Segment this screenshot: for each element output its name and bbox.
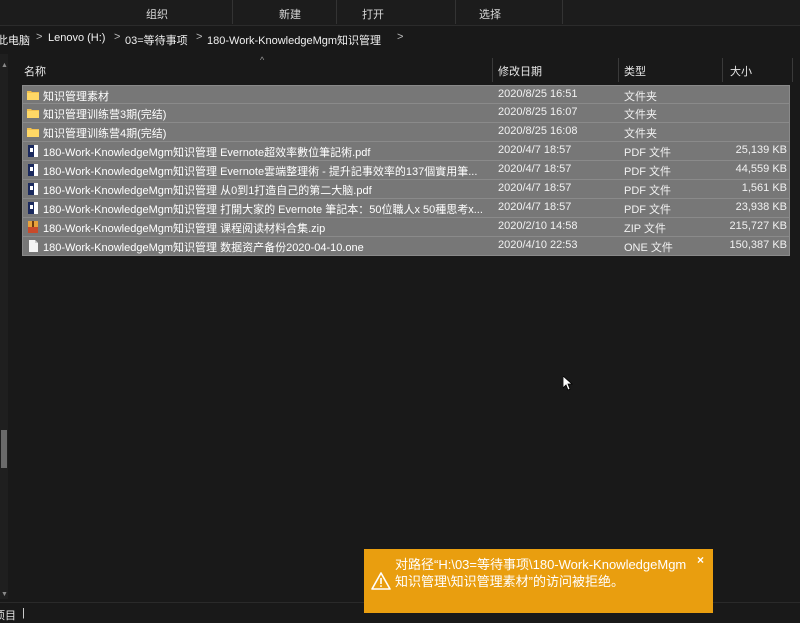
file-type: PDF 文件	[624, 147, 672, 159]
column-divider[interactable]	[492, 58, 493, 82]
file-type: ZIP 文件	[624, 223, 666, 235]
ribbon-divider	[455, 0, 456, 24]
breadcrumb: 此电脑 > Lenovo (H:) > 03=等待事项 > 180-Work-K…	[0, 28, 800, 50]
status-divider: |	[22, 607, 25, 619]
file-type: PDF 文件	[624, 185, 672, 197]
mouse-pointer-icon	[563, 376, 573, 391]
ribbon-toolbar: 组织 新建 打开 选择	[0, 0, 800, 26]
file-list: 知识管理素材 2020/8/25 16:51 文件夹 知识管理训练营3期(完结)…	[22, 85, 790, 256]
column-size[interactable]: 大小	[730, 63, 752, 79]
toast-message: 对路径“H:\03=等待事项\180-Work-KnowledgeMgm知识管理…	[395, 557, 687, 589]
column-date[interactable]: 修改日期	[498, 63, 542, 79]
file-date: 2020/2/10 14:58	[498, 220, 578, 232]
nav-pane-scrollbar[interactable]	[0, 54, 8, 599]
sort-ascending-icon: ^	[260, 55, 265, 65]
file-name: 180-Work-KnowledgeMgm知识管理 打開大家的 Evernote…	[43, 204, 483, 216]
chevron-right-icon[interactable]: >	[397, 31, 403, 43]
chevron-right-icon[interactable]: >	[196, 31, 202, 43]
file-row[interactable]: 180-Work-KnowledgeMgm知识管理 课程阅读材料合集.zip 2…	[22, 218, 790, 237]
file-type: PDF 文件	[624, 166, 672, 178]
scroll-down-icon[interactable]: ▼	[1, 591, 8, 598]
file-date: 2020/8/25 16:51	[498, 88, 578, 100]
ribbon-group-new[interactable]: 新建	[279, 6, 301, 22]
crumb-drive[interactable]: Lenovo (H:)	[48, 32, 105, 44]
file-row[interactable]: 180-Work-KnowledgeMgm知识管理 打開大家的 Evernote…	[22, 199, 790, 218]
column-divider[interactable]	[722, 58, 723, 82]
file-size: 23,938 KB	[735, 201, 787, 213]
close-icon[interactable]: ×	[697, 553, 704, 567]
file-row[interactable]: 180-Work-KnowledgeMgm知识管理 从0到1打造自己的第二大脑.…	[22, 180, 790, 199]
folder-icon	[27, 109, 39, 118]
file-size: 25,139 KB	[735, 144, 787, 156]
file-row[interactable]: 180-Work-KnowledgeMgm知识管理 Evernote雲端整理術 …	[22, 161, 790, 180]
file-date: 2020/4/7 18:57	[498, 201, 572, 213]
file-type: ONE 文件	[624, 242, 673, 254]
file-date: 2020/8/25 16:08	[498, 125, 578, 137]
file-name: 180-Work-KnowledgeMgm知识管理 数据资产备份2020-04-…	[43, 242, 364, 254]
file-size: 44,559 KB	[735, 163, 787, 175]
file-name: 知识管理训练营3期(完结)	[43, 109, 167, 121]
file-name: 180-Work-KnowledgeMgm知识管理 课程阅读材料合集.zip	[43, 223, 326, 235]
folder-icon	[27, 128, 39, 137]
file-date: 2020/4/7 18:57	[498, 144, 572, 156]
file-row[interactable]: 知识管理训练营4期(完结) 2020/8/25 16:08 文件夹	[22, 123, 790, 142]
ribbon-group-open[interactable]: 打开	[362, 6, 384, 22]
file-date: 2020/8/25 16:07	[498, 106, 578, 118]
file-row[interactable]: 知识管理素材 2020/8/25 16:51 文件夹	[22, 85, 790, 104]
file-name: 知识管理训练营4期(完结)	[43, 128, 167, 140]
file-name: 180-Work-KnowledgeMgm知识管理 从0到1打造自己的第二大脑.…	[43, 185, 372, 197]
pdf-file-icon	[28, 164, 38, 176]
ribbon-divider	[562, 0, 563, 24]
file-type: 文件夹	[624, 91, 657, 103]
zip-file-icon	[28, 221, 38, 233]
chevron-right-icon[interactable]: >	[114, 31, 120, 43]
file-date: 2020/4/7 18:57	[498, 163, 572, 175]
error-toast: 对路径“H:\03=等待事项\180-Work-KnowledgeMgm知识管理…	[364, 549, 713, 613]
nav-pane-scroll-thumb[interactable]	[1, 430, 7, 468]
file-row[interactable]: 知识管理训练营3期(完结) 2020/8/25 16:07 文件夹	[22, 104, 790, 123]
file-type: 文件夹	[624, 128, 657, 140]
crumb-pending[interactable]: 03=等待事项	[125, 32, 188, 48]
pdf-file-icon	[28, 183, 38, 195]
column-divider[interactable]	[618, 58, 619, 82]
ribbon-group-organize[interactable]: 组织	[146, 6, 168, 22]
chevron-right-icon[interactable]: >	[36, 31, 42, 43]
crumb-current-folder[interactable]: 180-Work-KnowledgeMgm知识管理	[207, 32, 381, 48]
file-date: 2020/4/7 18:57	[498, 182, 572, 194]
file-date: 2020/4/10 22:53	[498, 239, 578, 251]
crumb-this-pc[interactable]: 此电脑	[0, 32, 30, 48]
file-type: 文件夹	[624, 109, 657, 121]
ribbon-divider	[336, 0, 337, 24]
scroll-up-icon[interactable]: ▲	[1, 62, 8, 69]
ribbon-divider	[232, 0, 233, 24]
file-size: 215,727 KB	[729, 220, 788, 232]
file-type: PDF 文件	[624, 204, 672, 216]
pdf-file-icon	[28, 145, 38, 157]
column-divider[interactable]	[792, 58, 793, 82]
ribbon-group-select[interactable]: 选择	[479, 6, 501, 22]
pdf-file-icon	[28, 202, 38, 214]
warning-icon	[371, 572, 391, 590]
file-size: 150,387 KB	[729, 239, 788, 251]
one-file-icon	[29, 240, 38, 252]
folder-icon	[27, 91, 39, 100]
status-item-count: 项目	[0, 610, 16, 622]
file-name: 知识管理素材	[43, 91, 109, 103]
file-size: 1,561 KB	[741, 182, 787, 194]
file-name: 180-Work-KnowledgeMgm知识管理 Evernote雲端整理術 …	[43, 166, 478, 178]
column-type[interactable]: 类型	[624, 63, 646, 79]
file-row[interactable]: 180-Work-KnowledgeMgm知识管理 数据资产备份2020-04-…	[22, 237, 790, 256]
file-row[interactable]: 180-Work-KnowledgeMgm知识管理 Evernote超效率數位筆…	[22, 142, 790, 161]
column-header: ^ 名称 修改日期 类型 大小	[10, 55, 800, 82]
column-name[interactable]: 名称	[24, 63, 46, 79]
file-name: 180-Work-KnowledgeMgm知识管理 Evernote超效率數位筆…	[43, 147, 371, 159]
